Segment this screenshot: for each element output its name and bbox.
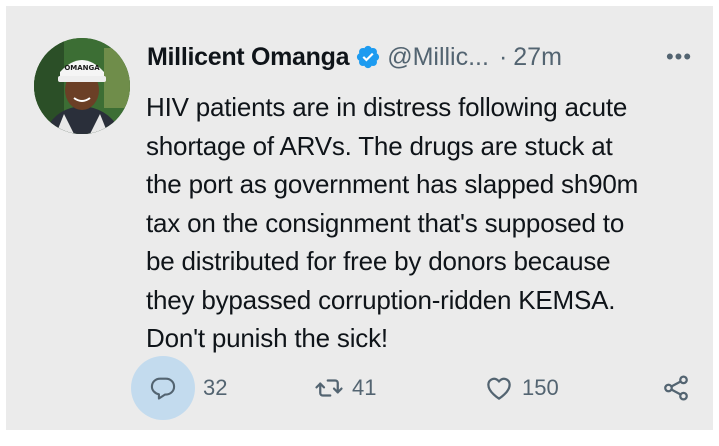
tweet-text-line: HIV patients are in distress following a… bbox=[146, 92, 628, 122]
tweet-text-line: shortage of ARVs. The drugs are stuck at bbox=[146, 130, 613, 161]
tweet-text-line: the port as government has slapped sh90m bbox=[146, 169, 639, 199]
reply-button[interactable]: 32 bbox=[131, 356, 227, 420]
tweet-card[interactable]: OMANGA Millicent Omanga @Millic... · 27m… bbox=[6, 6, 713, 430]
tweet-text-line: be distributed for free by donors becaus… bbox=[146, 246, 611, 276]
timestamp[interactable]: 27m bbox=[513, 43, 562, 72]
tweet-text-line: Don't punish the sick! bbox=[146, 323, 388, 353]
reply-icon[interactable] bbox=[131, 356, 195, 420]
svg-text:OMANGA: OMANGA bbox=[64, 64, 100, 72]
author-name[interactable]: Millicent Omanga bbox=[147, 43, 349, 72]
tweet-header: Millicent Omanga @Millic... · 27m ••• bbox=[147, 39, 697, 75]
like-count: 150 bbox=[522, 375, 559, 400]
share-button[interactable] bbox=[661, 356, 691, 420]
avatar[interactable]: OMANGA bbox=[34, 38, 130, 134]
retweet-count: 41 bbox=[352, 375, 377, 400]
separator-dot: · bbox=[498, 42, 508, 71]
reply-count: 32 bbox=[203, 375, 228, 400]
tweet-text-line: they bypassed corruption-ridden KEMSA. bbox=[146, 284, 616, 315]
tweet-text: HIV patients are in distress following a… bbox=[146, 88, 701, 358]
more-icon[interactable]: ••• bbox=[661, 43, 697, 71]
author-handle[interactable]: @Millic... bbox=[387, 43, 489, 72]
like-icon[interactable] bbox=[484, 373, 514, 403]
tweet-text-line: tax on the consignment that's supposed t… bbox=[146, 207, 625, 238]
verified-badge-icon bbox=[355, 44, 381, 70]
retweet-button[interactable]: 41 bbox=[314, 356, 376, 420]
like-button[interactable]: 150 bbox=[484, 356, 559, 420]
share-icon[interactable] bbox=[661, 373, 691, 403]
retweet-icon[interactable] bbox=[314, 373, 344, 403]
action-bar: 32 41 150 bbox=[131, 356, 701, 420]
